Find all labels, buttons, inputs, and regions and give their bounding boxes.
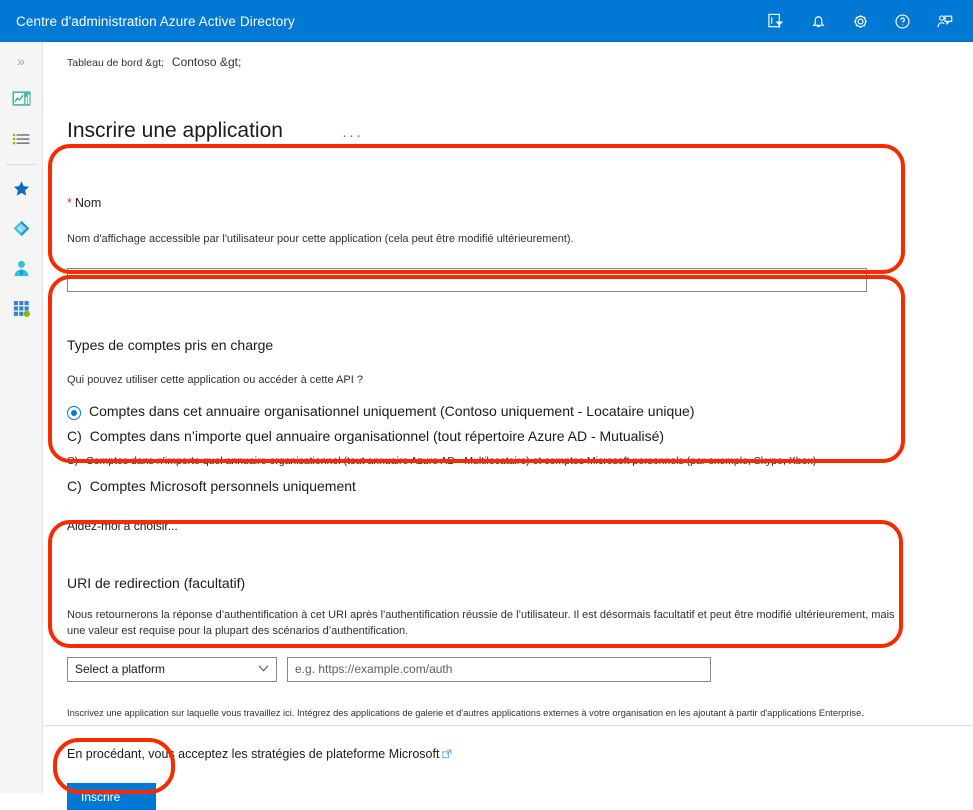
expand-sidebar-button[interactable]: » [0,46,42,76]
redirect-uri-section: URI de redirection (facultatif) Nous ret… [44,533,973,682]
sidebar-item-azure-ad[interactable] [0,211,42,245]
all-resources-list-icon [11,129,32,150]
name-label-text: Nom [74,196,102,210]
app-title: Centre d'administration Azure Active Dir… [16,13,295,29]
account-types-heading: Types de comptes pris en charge [67,336,274,353]
account-type-option-multi-tenant[interactable]: C) Comptes dans n’importe quel annuaire … [44,420,973,446]
radio-unselected-marker[interactable]: C) [67,428,82,446]
register-application-form: * Nom Nom d'affichage accessible par l'ut… [44,152,973,718]
more-actions-button[interactable]: ··· [342,128,363,143]
footer-divider [44,725,973,726]
account-type-option-label: Comptes Microsoft personnels uniquement [89,477,356,494]
radio-selected-icon[interactable] [67,405,81,420]
breadcrumb: Tableau de bord &gt; Contoso &gt; [67,55,241,69]
directory-filter-icon[interactable] [765,10,787,32]
account-types-section: Types de comptes pris en charge Qui pouv… [44,292,973,533]
name-label: * Nom [44,196,973,210]
sidebar-item-favorites[interactable] [0,171,42,205]
favorites-star-icon [12,179,31,198]
radio-unselected-marker[interactable]: C) [67,478,82,496]
sidebar-item-users[interactable] [0,251,42,285]
account-type-option-multi-tenant-and-personal[interactable]: C) Comptes dans n’importe quel annuaire … [44,446,973,469]
page-title: Inscrire une application [67,119,283,142]
settings-gear-icon[interactable] [849,10,871,32]
required-asterisk: * [67,196,72,210]
account-type-option-label: Comptes dans cet annuaire organisationne… [89,402,695,419]
top-navigation-bar: Centre d'administration Azure Active Dir… [0,0,973,42]
sidebar-item-dashboard[interactable] [0,82,42,116]
users-icon [11,258,32,279]
sidebar-item-all-services[interactable] [0,291,42,325]
account-type-option-single-tenant[interactable]: Comptes dans cet annuaire organisationne… [44,389,973,421]
help-question-icon[interactable] [891,10,913,32]
name-description: Nom d'affichage accessible par l'utilisa… [67,233,574,245]
rail-divider [6,164,36,165]
chevron-down-icon [258,665,269,674]
all-services-grid-icon [11,298,32,319]
name-input[interactable] [67,267,867,292]
account-type-option-personal-only[interactable]: C) Comptes Microsoft personnels uniqueme… [44,469,973,496]
feedback-person-icon[interactable] [933,10,955,32]
redirect-uri-input[interactable] [287,656,711,682]
register-submit-button[interactable]: Inscrire [67,783,156,810]
account-type-option-label: Comptes dans n’importe quel annuaire org… [86,454,817,467]
azure-ad-icon [11,218,32,239]
platform-select-value: Select a platform [75,662,166,677]
topbar-icon-group [765,10,973,32]
dashboard-icon [11,89,32,110]
account-types-question: Qui pouvez utiliser cette application ou… [67,373,363,386]
help-me-choose-link[interactable]: Aidez-moi à choisir... [44,495,973,533]
sidebar-item-all-resources[interactable] [0,122,42,156]
redirect-uri-heading: URI de redirection (facultatif) [67,575,246,592]
radio-unselected-marker[interactable]: C) [67,455,78,468]
platform-policies-note: En procédant, vous acceptez les stratégi… [67,747,452,761]
redirect-uri-row: Select a platform [44,640,973,682]
breadcrumb-item-dashboard[interactable]: Tableau de bord &gt; [67,57,164,69]
registration-fineprint: Inscrivez une application sur laquelle v… [67,707,864,718]
notifications-bell-icon[interactable] [807,10,829,32]
left-navigation-rail: » [0,42,43,793]
redirect-uri-description: Nous retournerons la réponse d’authentif… [67,609,895,637]
external-link-icon[interactable] [442,749,452,759]
breadcrumb-item-contoso[interactable]: Contoso &gt; [172,55,241,69]
name-section: * Nom Nom d'affichage accessible par l'ut… [44,152,973,292]
platform-policies-text: En procédant, vous acceptez les stratégi… [67,747,440,761]
page-content: Tableau de bord &gt; Contoso &gt; Inscri… [44,42,973,810]
account-type-option-label: Comptes dans n’importe quel annuaire org… [89,428,665,445]
platform-select[interactable]: Select a platform [67,656,277,682]
